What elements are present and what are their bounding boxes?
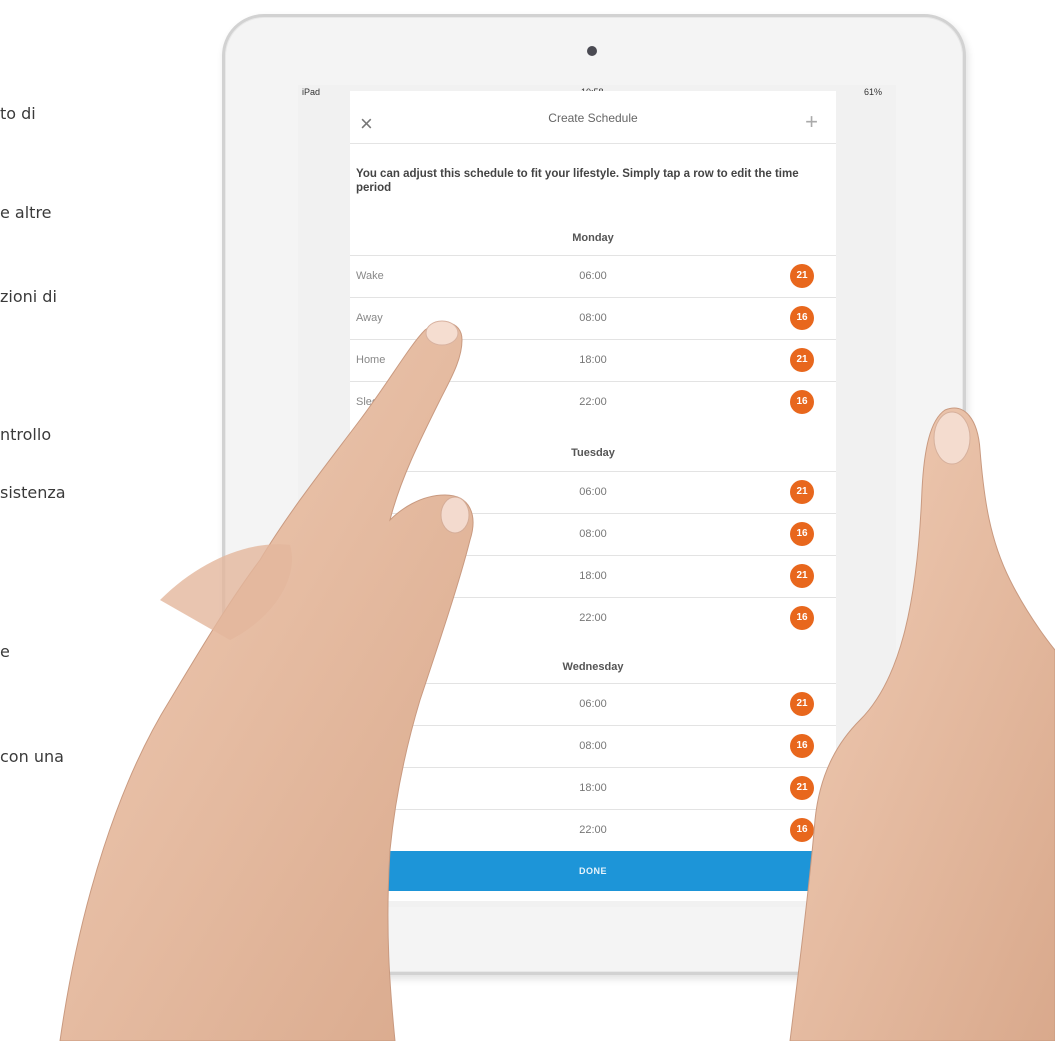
device-label: iPad xyxy=(302,87,321,97)
tablet-screen: iPad 10:58 61% × Create Schedule + You c… xyxy=(298,85,896,907)
schedule-row[interactable]: Away 08:00 16 xyxy=(350,297,836,340)
temperature-badge: 16 xyxy=(790,818,814,842)
row-time: 06:00 xyxy=(579,486,607,498)
intro-text: You can adjust this schedule to fit your… xyxy=(356,168,799,194)
side-text-2: e altre xyxy=(0,203,52,222)
side-text-6: e xyxy=(0,642,10,661)
day-header-monday: Monday xyxy=(572,232,614,244)
battery-percent: 61% xyxy=(863,87,882,97)
row-time: 08:00 xyxy=(579,528,607,540)
temperature-badge: 21 xyxy=(790,348,814,372)
side-text-7: con una xyxy=(0,747,64,766)
schedule-row[interactable]: Sleep 22:00 16 xyxy=(350,381,836,424)
row-time: 06:00 xyxy=(579,698,607,710)
row-time: 18:00 xyxy=(579,354,607,366)
schedule-app: × Create Schedule + You can adjust this … xyxy=(350,91,836,901)
temperature-badge: 21 xyxy=(790,264,814,288)
temperature-badge: 16 xyxy=(790,390,814,414)
side-text-5: sistenza xyxy=(0,483,66,502)
row-time: 08:00 xyxy=(579,312,607,324)
temperature-badge: 21 xyxy=(790,692,814,716)
schedule-row[interactable]: Away 08:00 16 xyxy=(350,513,836,556)
temperature-badge: 21 xyxy=(790,776,814,800)
side-text-3: zioni di xyxy=(0,287,57,306)
row-time: 18:00 xyxy=(579,782,607,794)
nav-bar: × Create Schedule + xyxy=(350,91,836,144)
temperature-badge: 16 xyxy=(790,606,814,630)
schedule-row[interactable]: Sleep 22:00 16 xyxy=(350,809,836,852)
schedule-row[interactable]: Home 18:00 21 xyxy=(350,555,836,598)
temperature-badge: 16 xyxy=(790,734,814,758)
add-icon[interactable]: + xyxy=(805,109,818,135)
row-time: 22:00 xyxy=(579,612,607,624)
page-title: Create Schedule xyxy=(548,111,638,125)
temperature-badge: 21 xyxy=(790,564,814,588)
row-time: 06:00 xyxy=(579,270,607,282)
temperature-badge: 16 xyxy=(790,306,814,330)
row-time: 22:00 xyxy=(579,396,607,408)
schedule-row[interactable]: Home 18:00 21 xyxy=(350,767,836,810)
day-header-tuesday: Tuesday xyxy=(571,447,615,459)
schedule-row[interactable]: Sleep 22:00 16 xyxy=(350,597,836,640)
schedule-row[interactable]: Wake 06:00 21 xyxy=(350,683,836,726)
done-button[interactable]: DONE xyxy=(350,851,836,891)
day-header-wednesday: Wednesday xyxy=(562,661,624,673)
row-time: 18:00 xyxy=(579,570,607,582)
camera-icon xyxy=(587,46,597,56)
schedule-row[interactable]: Home 18:00 21 xyxy=(350,339,836,382)
schedule-row[interactable]: Wake 06:00 21 xyxy=(350,471,836,514)
row-time: 22:00 xyxy=(579,824,607,836)
schedule-row[interactable]: Wake 06:00 21 xyxy=(350,255,836,298)
temperature-badge: 21 xyxy=(790,480,814,504)
side-text-4: ntrollo xyxy=(0,425,52,444)
side-text-1: to di xyxy=(0,104,36,123)
row-time: 08:00 xyxy=(579,740,607,752)
temperature-badge: 16 xyxy=(790,522,814,546)
schedule-row[interactable]: Away 08:00 16 xyxy=(350,725,836,768)
